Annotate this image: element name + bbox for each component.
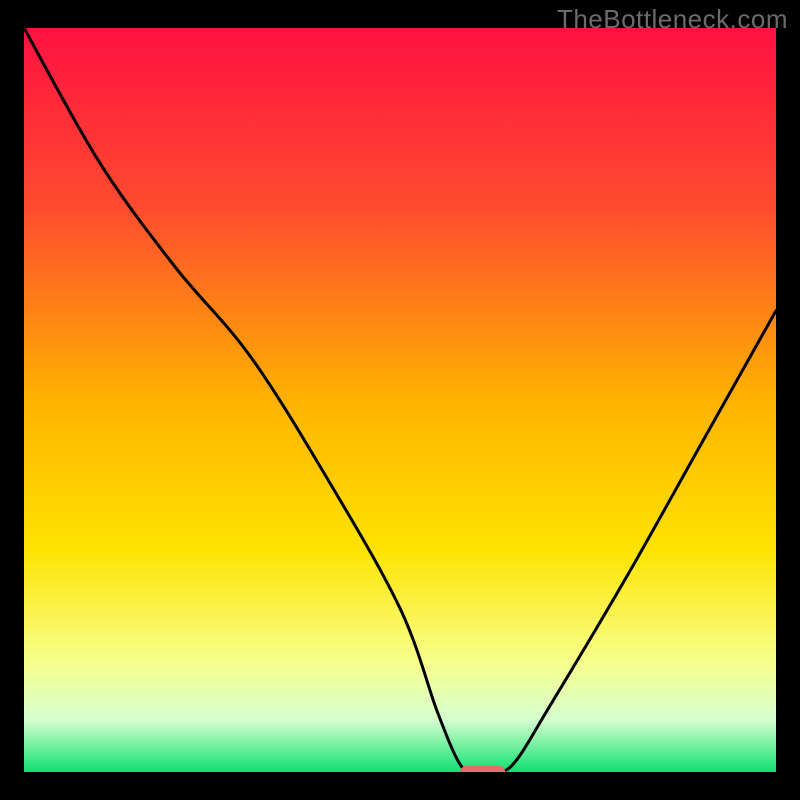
gradient-background — [24, 28, 776, 772]
watermark-text: TheBottleneck.com — [557, 4, 788, 35]
chart-frame: TheBottleneck.com — [0, 0, 800, 800]
plot-area — [24, 28, 776, 772]
optimal-marker — [460, 766, 505, 772]
bottleneck-chart — [24, 28, 776, 772]
